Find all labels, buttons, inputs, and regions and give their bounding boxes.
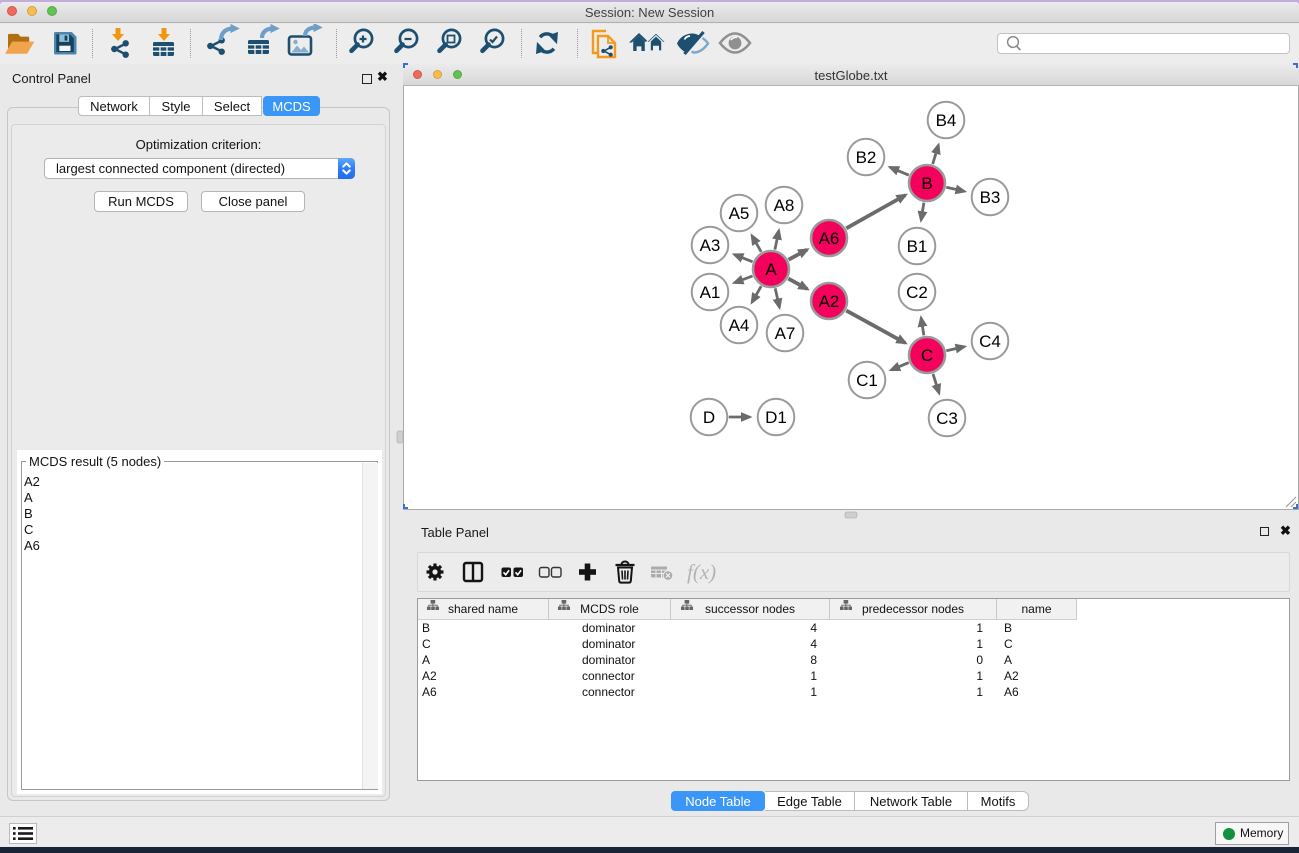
svg-text:B3: B3	[980, 188, 1001, 207]
svg-text:A8: A8	[774, 196, 795, 215]
svg-text:A3: A3	[700, 236, 721, 255]
svg-text:A5: A5	[729, 204, 750, 223]
svg-text:A: A	[765, 260, 777, 279]
svg-text:A4: A4	[729, 316, 750, 335]
svg-text:f(x): f(x)	[687, 560, 716, 584]
svg-text:A1: A1	[700, 283, 721, 302]
svg-text:C3: C3	[936, 409, 958, 428]
svg-text:C: C	[921, 346, 933, 365]
svg-text:D1: D1	[765, 408, 787, 427]
svg-text:C2: C2	[906, 283, 928, 302]
svg-text:B: B	[921, 174, 932, 193]
svg-text:B4: B4	[936, 111, 957, 130]
svg-text:C4: C4	[979, 332, 1001, 351]
svg-text:C1: C1	[856, 371, 878, 390]
svg-text:A2: A2	[819, 292, 840, 311]
svg-text:B1: B1	[907, 237, 928, 256]
svg-text:A6: A6	[819, 229, 840, 248]
svg-text:B2: B2	[856, 148, 877, 167]
svg-text:A7: A7	[775, 324, 796, 343]
svg-text:D: D	[703, 408, 715, 427]
